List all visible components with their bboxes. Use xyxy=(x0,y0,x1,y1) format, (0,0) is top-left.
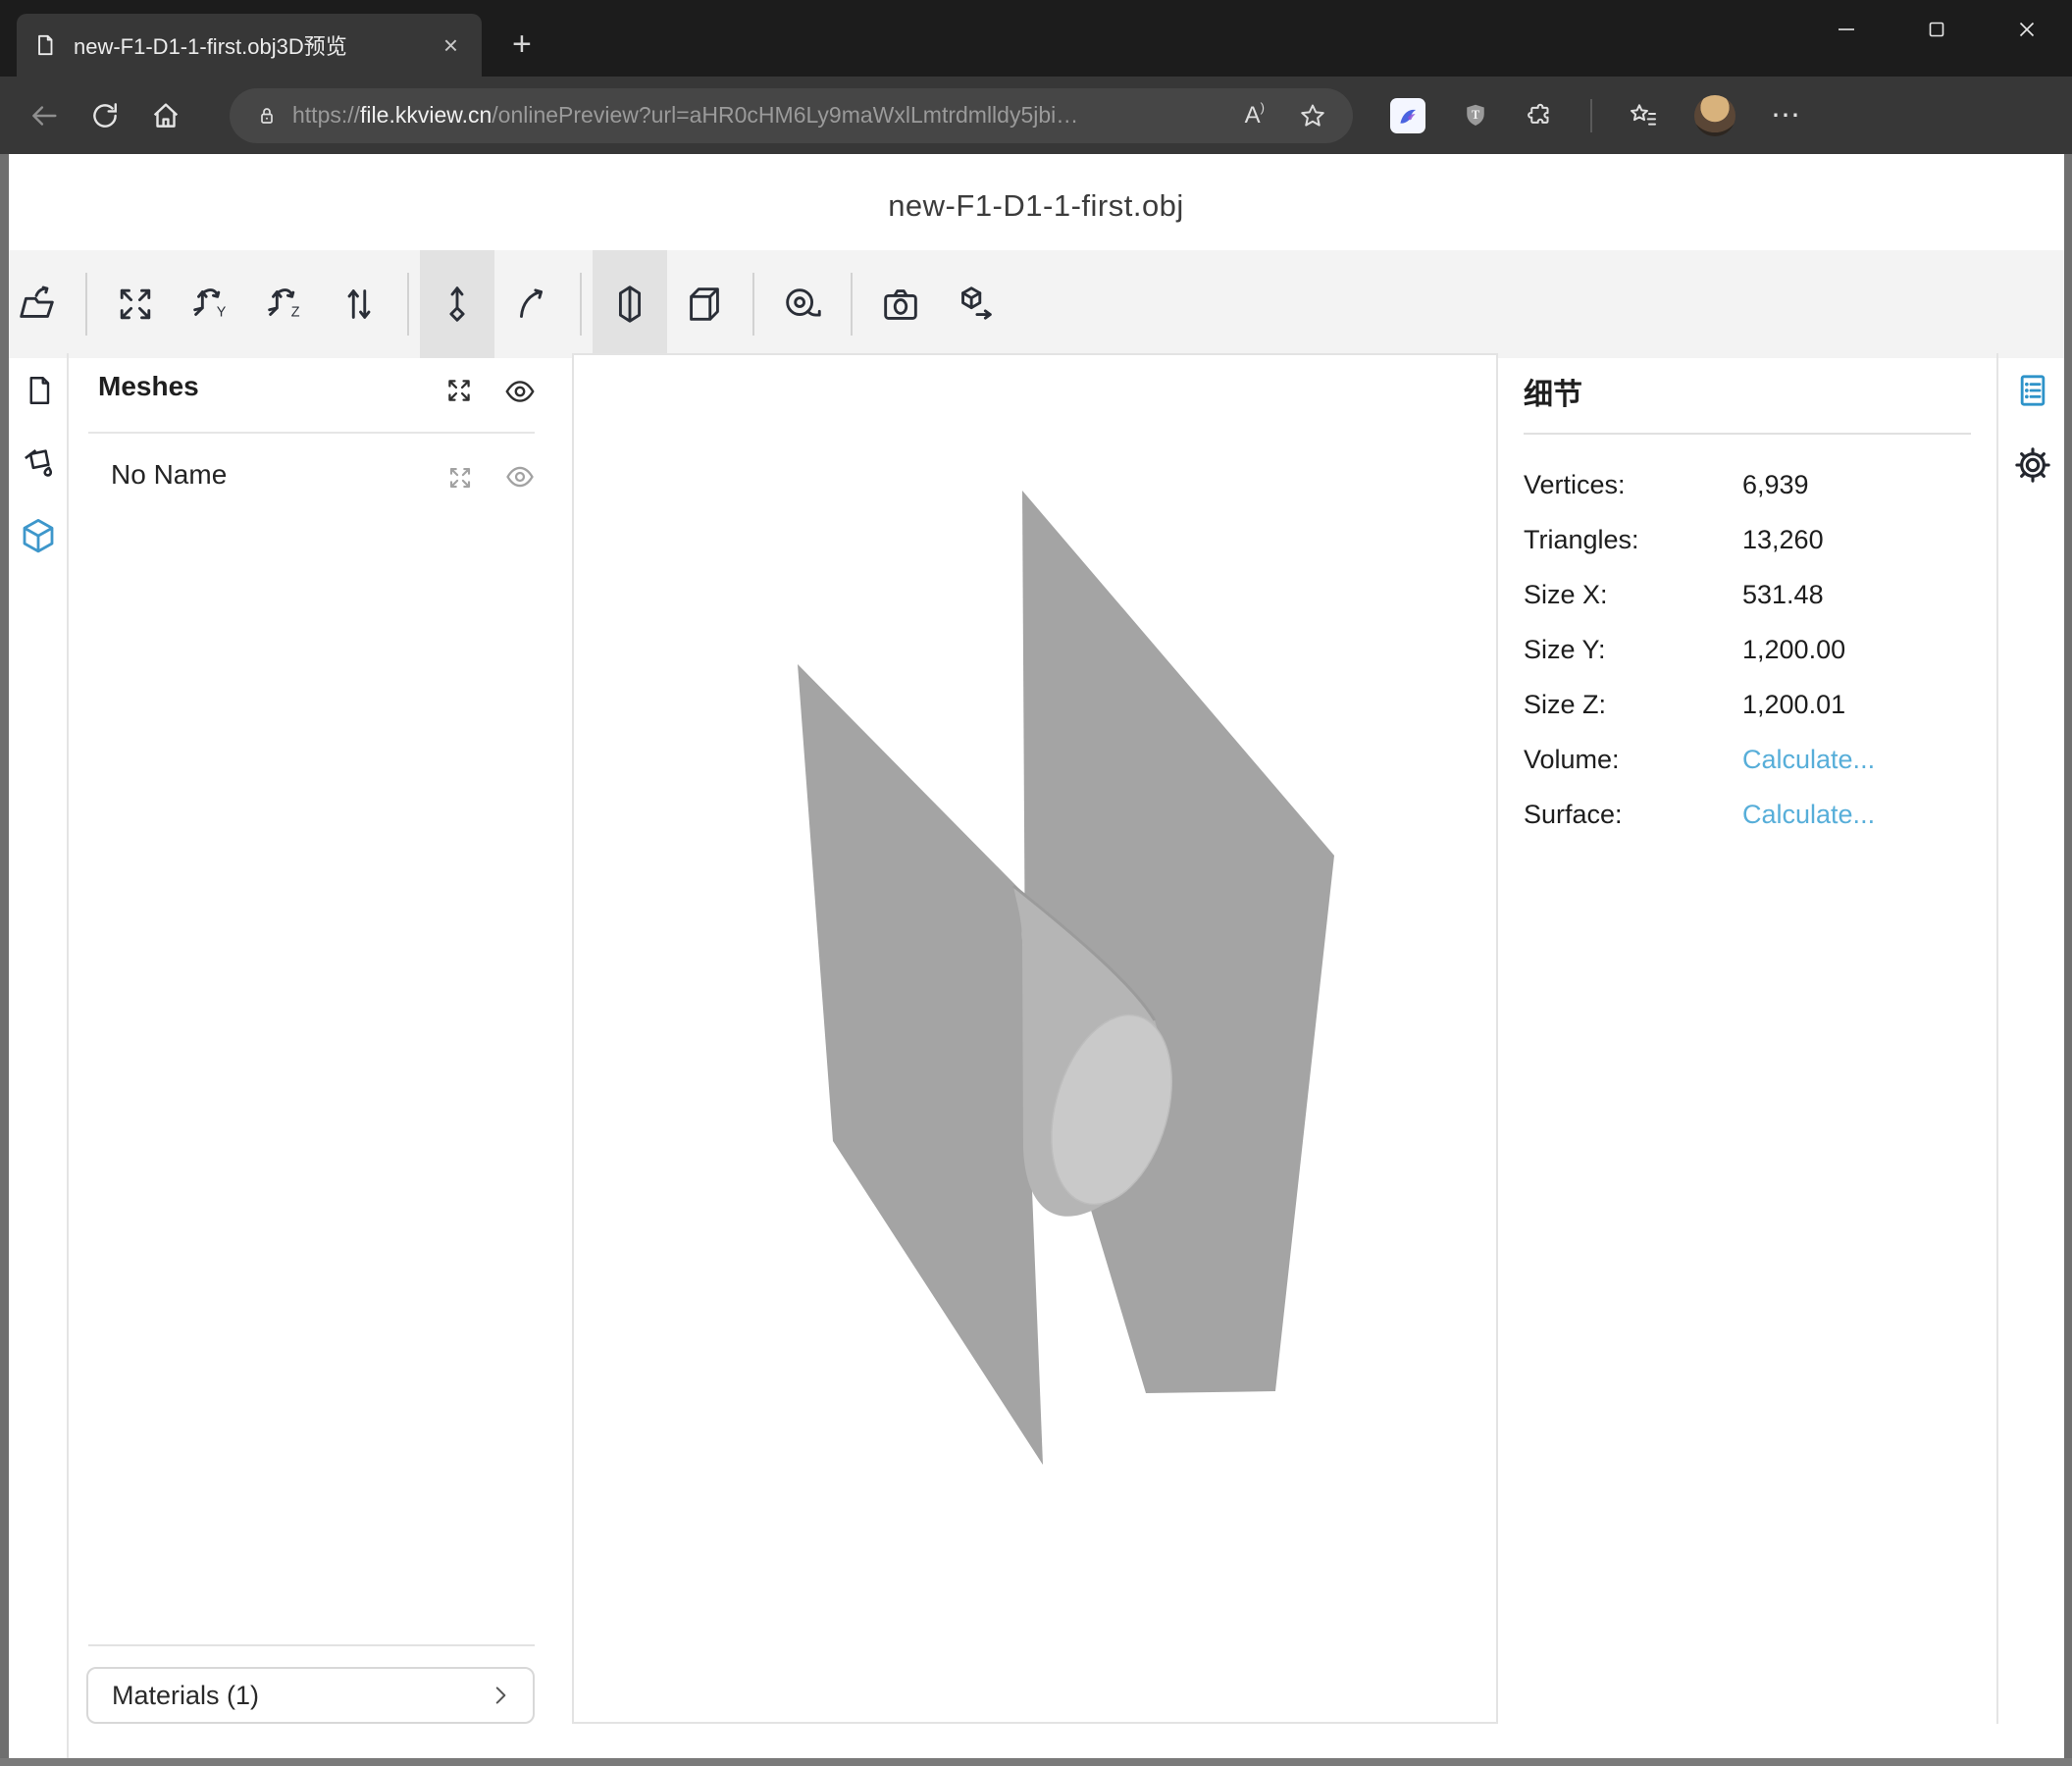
details-list-tab-icon[interactable] xyxy=(2013,371,2052,410)
export-model-button[interactable] xyxy=(938,250,1012,358)
home-icon[interactable] xyxy=(149,99,182,132)
sidebar-divider xyxy=(67,353,69,1758)
tab-bar: new-F1-D1-1-first.obj3D预览 × + xyxy=(0,0,2072,77)
window-frame-left xyxy=(0,154,9,1766)
file-info-tab-icon[interactable] xyxy=(22,373,57,408)
rotate-y-button[interactable]: Y xyxy=(173,250,247,358)
window-frame-right xyxy=(2064,154,2072,1766)
toolbar-separator xyxy=(851,273,853,336)
flip-vertical-button[interactable] xyxy=(322,250,396,358)
tab-title: new-F1-D1-1-first.obj3D预览 xyxy=(74,29,436,61)
details-header-divider xyxy=(1524,433,1971,435)
viewer-toolbar: Y Z xyxy=(0,250,2072,358)
toolbar-separator xyxy=(580,273,582,336)
detail-row-size-x: Size X: 531.48 xyxy=(1524,567,1971,622)
svg-text:Z: Z xyxy=(291,304,300,320)
mesh-visibility-eye-icon[interactable] xyxy=(503,460,537,493)
toolbar-divider xyxy=(1590,99,1592,132)
materials-label: Materials (1) xyxy=(112,1681,488,1711)
details-rows: Vertices: 6,939 Triangles: 13,260 Size X… xyxy=(1524,457,1971,842)
tab-close-icon[interactable]: × xyxy=(436,30,466,60)
url-host: file.kkview.cn xyxy=(360,102,492,128)
detail-row-vertices: Vertices: 6,939 xyxy=(1524,457,1971,512)
open-file-button[interactable] xyxy=(0,250,75,358)
collections-icon[interactable] xyxy=(1628,100,1659,131)
zoom-to-mesh-icon[interactable] xyxy=(445,463,475,493)
navigation-bar: https://file.kkview.cn/onlinePreview?url… xyxy=(0,77,2072,154)
fit-view-button[interactable] xyxy=(98,250,173,358)
rotate-z-button[interactable]: Z xyxy=(247,250,322,358)
lock-icon[interactable] xyxy=(255,104,279,128)
svg-text:T: T xyxy=(1472,108,1480,122)
detail-row-surface: Surface: Calculate... xyxy=(1524,787,1971,842)
details-panel-header: 细节 xyxy=(1524,370,1582,413)
extension-row: T ⋯ xyxy=(1390,95,1838,136)
settings-gear-icon[interactable] xyxy=(2011,443,2054,487)
detail-row-size-y: Size Y: 1,200.00 xyxy=(1524,622,1971,677)
materials-tab-icon[interactable] xyxy=(18,443,59,485)
rotate-tool-button[interactable] xyxy=(494,250,569,358)
extensions-puzzle-icon[interactable] xyxy=(1526,101,1555,130)
page-title: new-F1-D1-1-first.obj xyxy=(0,188,2072,224)
window-close-button[interactable] xyxy=(1982,0,2072,59)
calculate-volume-link[interactable]: Calculate... xyxy=(1742,745,1875,775)
calculate-surface-link[interactable]: Calculate... xyxy=(1742,800,1875,830)
browser-window: new-F1-D1-1-first.obj3D预览 × + xyxy=(0,0,2072,1766)
url-scheme: https:// xyxy=(292,102,360,128)
model-left-plane xyxy=(798,664,1043,1465)
address-bar[interactable]: https://file.kkview.cn/onlinePreview?url… xyxy=(230,88,1353,143)
measure-button[interactable] xyxy=(765,250,840,358)
materials-button[interactable]: Materials (1) xyxy=(86,1667,535,1724)
window-controls xyxy=(1801,0,2072,59)
model-viewport[interactable] xyxy=(572,353,1498,1724)
window-frame-bottom xyxy=(0,1758,2072,1766)
back-icon[interactable] xyxy=(27,99,61,132)
meshes-header-divider xyxy=(88,432,535,434)
svg-text:Y: Y xyxy=(217,304,227,320)
url-text: https://file.kkview.cn/onlinePreview?url… xyxy=(292,102,1078,129)
shield-extension-icon[interactable]: T xyxy=(1461,101,1490,130)
meshes-panel-header: Meshes xyxy=(98,371,199,402)
browser-tab[interactable]: new-F1-D1-1-first.obj3D预览 × xyxy=(17,14,482,77)
profile-avatar[interactable] xyxy=(1694,95,1735,136)
zoom-to-all-icon[interactable] xyxy=(443,375,475,406)
visibility-all-eye-icon[interactable] xyxy=(502,374,538,409)
wireframe-box-button[interactable] xyxy=(667,250,742,358)
detail-row-size-z: Size Z: 1,200.01 xyxy=(1524,677,1971,732)
toolbar-separator xyxy=(85,273,87,336)
right-strip-divider xyxy=(1996,353,1998,1724)
chevron-right-icon xyxy=(488,1683,513,1708)
read-aloud-icon[interactable]: A) xyxy=(1245,102,1265,130)
materials-divider xyxy=(88,1644,535,1646)
meshes-tab-icon[interactable] xyxy=(18,516,59,557)
toolbar-separator xyxy=(407,273,409,336)
mesh-list-item[interactable]: No Name xyxy=(111,459,227,491)
window-minimize-button[interactable] xyxy=(1801,0,1891,59)
url-path: /onlinePreview?url=aHR0cHM6Ly9maWxlLmtrd… xyxy=(492,102,1078,128)
detail-row-triangles: Triangles: 13,260 xyxy=(1524,512,1971,567)
bird-extension-icon[interactable] xyxy=(1390,98,1425,133)
move-tool-button[interactable] xyxy=(420,250,494,358)
detail-row-volume: Volume: Calculate... xyxy=(1524,732,1971,787)
toolbar-separator xyxy=(752,273,754,336)
window-maximize-button[interactable] xyxy=(1891,0,1982,59)
browser-menu-icon[interactable]: ⋯ xyxy=(1771,98,1802,132)
model-3d-render xyxy=(574,355,1496,1722)
refresh-icon[interactable] xyxy=(88,99,122,132)
shaded-view-button[interactable] xyxy=(593,250,667,358)
new-tab-button[interactable]: + xyxy=(502,22,542,68)
screenshot-camera-button[interactable] xyxy=(863,250,938,358)
tab-favicon-document-icon xyxy=(32,32,58,58)
favorite-star-icon[interactable] xyxy=(1298,101,1327,130)
